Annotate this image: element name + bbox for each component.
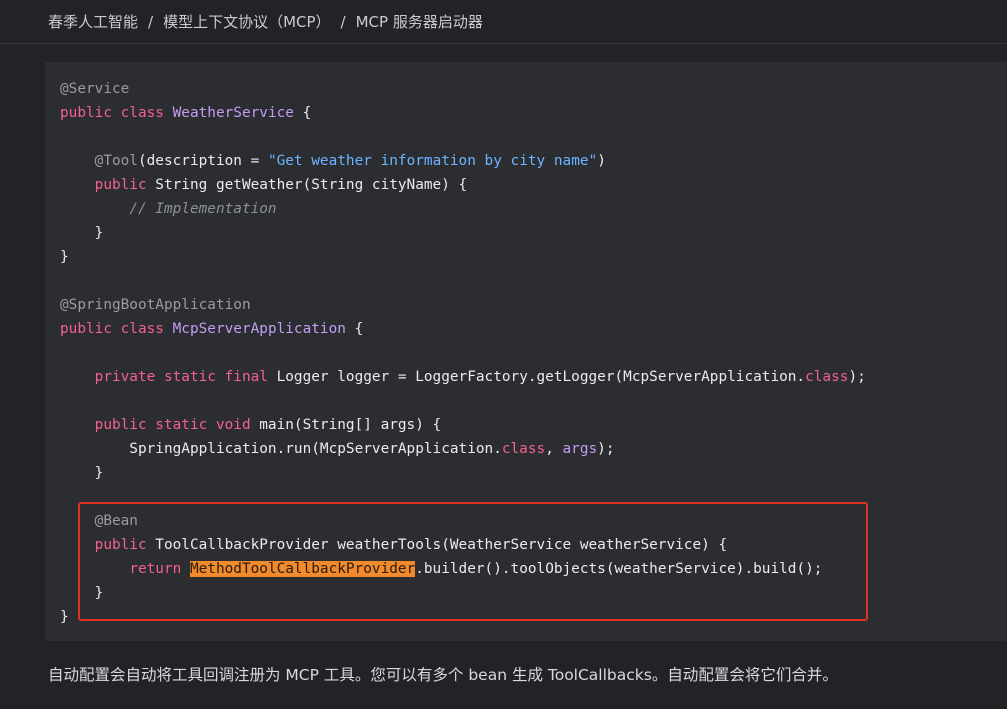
code-token: Logger logger = LoggerFactory.getLogger(… (267, 369, 806, 385)
code-token: class (501, 441, 546, 457)
code-line: @SpringBootApplication (60, 293, 866, 317)
code-line: } (60, 461, 866, 485)
code-token: } (60, 225, 104, 241)
code-token: { (345, 321, 364, 337)
code-token: main(String[] args) { (250, 417, 442, 433)
code-token: public static void (94, 417, 251, 433)
code-token: } (60, 249, 69, 265)
code-token: } (60, 609, 69, 625)
breadcrumb-bar: 春季人工智能 / 模型上下文协议（MCP） / MCP 服务器启动器 (0, 0, 1007, 44)
breadcrumb-separator: / (148, 12, 154, 31)
code-line: private static final Logger logger = Log… (60, 365, 866, 389)
code-token: public class (60, 105, 173, 121)
highlight-box (78, 502, 868, 621)
breadcrumb-item-spring-ai[interactable]: 春季人工智能 (48, 11, 138, 32)
code-token: @Service (60, 81, 130, 97)
code-token: SpringApplication.run(McpServerApplicati… (60, 441, 502, 457)
code-line: @Service (60, 77, 866, 101)
code-token: McpServerApplication (172, 321, 346, 337)
code-token: } (60, 465, 104, 481)
code-token: ); (597, 441, 615, 457)
code-token: args (562, 441, 598, 457)
code-token: WeatherService (172, 105, 294, 121)
code-token: private static final (94, 369, 268, 385)
code-token: public class (60, 321, 173, 337)
code-token: "Get weather information by city name" (267, 153, 598, 169)
code-line: // Implementation (60, 197, 866, 221)
code-line: } (60, 221, 866, 245)
code-line: SpringApplication.run(McpServerApplicati… (60, 437, 866, 461)
breadcrumb-separator: / (340, 12, 346, 31)
code-line: @Tool(description = "Get weather informa… (60, 149, 866, 173)
breadcrumb: 春季人工智能 / 模型上下文协议（MCP） / MCP 服务器启动器 (48, 11, 483, 32)
code-line: public class WeatherService { (60, 101, 866, 125)
breadcrumb-item-mcp[interactable]: 模型上下文协议（MCP） (163, 11, 330, 32)
code-token: class (805, 369, 849, 385)
code-token: { (293, 105, 312, 121)
code-line: public class McpServerApplication { (60, 317, 866, 341)
code-token: ) (597, 153, 606, 169)
code-token: public (94, 177, 147, 193)
breadcrumb-item-current: MCP 服务器启动器 (355, 13, 483, 31)
code-line: public static void main(String[] args) { (60, 413, 866, 437)
code-token: @SpringBootApplication (60, 297, 251, 313)
code-token: String getWeather(String cityName) { (146, 177, 468, 193)
code-line: public String getWeather(String cityName… (60, 173, 866, 197)
description-paragraph: 自动配置会自动将工具回调注册为 MCP 工具。您可以有多个 bean 生成 To… (48, 666, 838, 684)
code-token: ); (848, 369, 866, 385)
code-token: (description = (137, 153, 268, 169)
code-line: } (60, 245, 866, 269)
code-token: @Tool (94, 153, 138, 169)
code-token: , (545, 441, 563, 457)
code-token: // Implementation (129, 201, 277, 217)
